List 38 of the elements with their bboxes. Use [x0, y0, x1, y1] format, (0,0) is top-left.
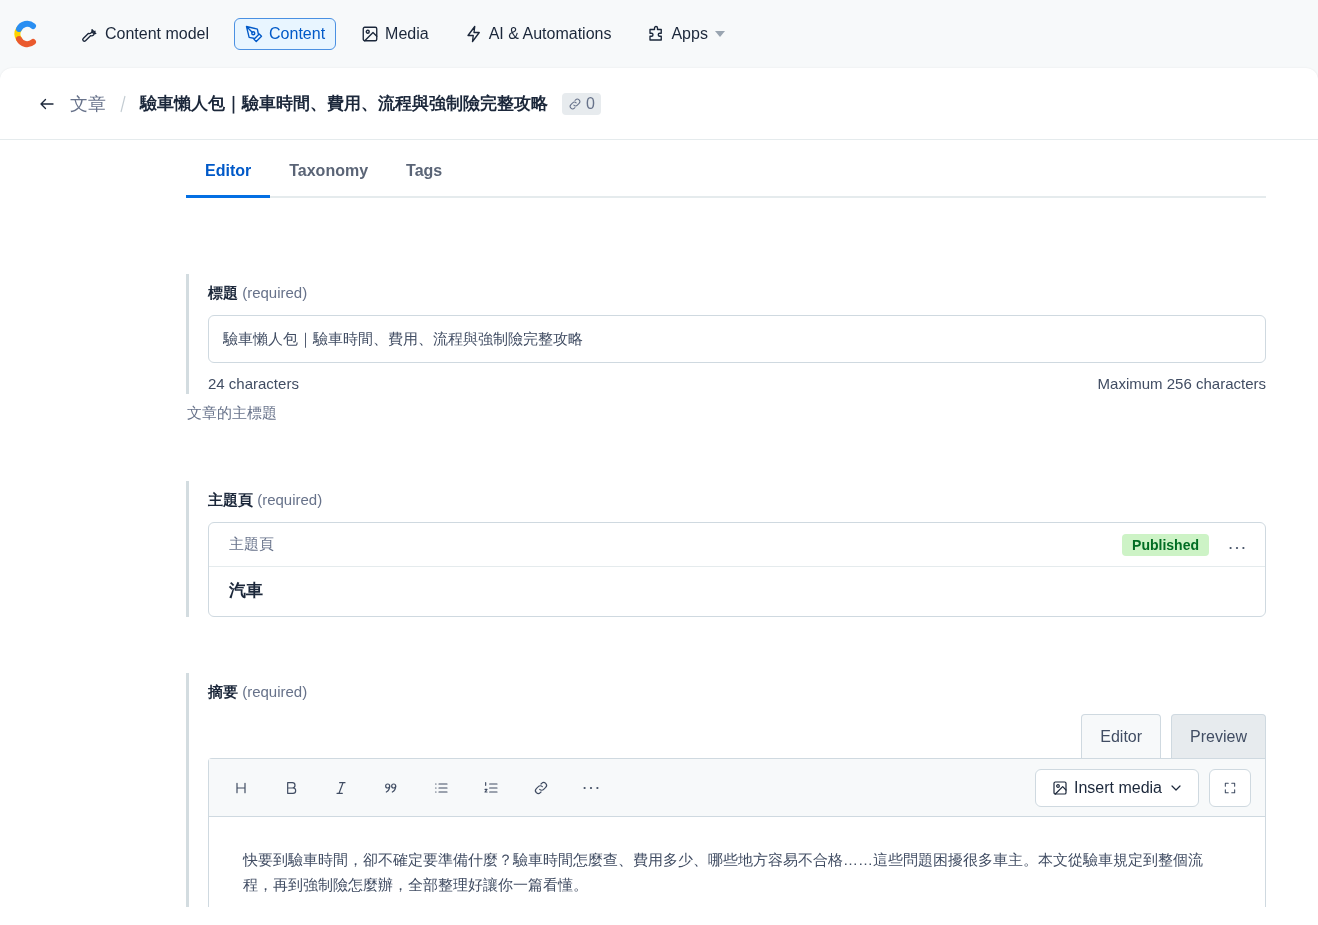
more-icon[interactable]: [583, 785, 599, 790]
bolt-icon: [464, 25, 483, 43]
mode-tab[interactable]: Preview: [1171, 714, 1266, 758]
nav-tab[interactable]: Content: [234, 18, 337, 50]
breadcrumb-separator: [120, 94, 126, 113]
link-icon: [533, 779, 549, 796]
expand-icon: [1223, 780, 1237, 795]
tab[interactable]: Taxonomy: [270, 140, 388, 198]
pen-icon: [245, 25, 264, 43]
nav-tab[interactable]: Media: [350, 18, 440, 50]
title-input-field[interactable]: 驗車懶人包｜驗車時間、費用、流程與強制險完整攻略: [208, 315, 1266, 363]
image-icon: [361, 25, 380, 43]
link-icon: [568, 96, 582, 111]
character-limit: Maximum 256 characters: [1097, 375, 1266, 392]
tab[interactable]: Editor: [186, 140, 271, 198]
nav-tab[interactable]: Apps: [636, 18, 737, 50]
insert-media-button[interactable]: Insert media: [1034, 768, 1199, 807]
nav-tab[interactable]: AI & Automations: [453, 18, 623, 50]
entry-type: 主題頁: [229, 535, 275, 554]
tab[interactable]: Tags: [387, 140, 462, 198]
character-count: 24 characters: [208, 375, 299, 392]
entry-title: 驗車懶人包｜驗車時間、費用、流程與強制險完整攻略: [140, 93, 548, 115]
mode-tab[interactable]: Editor: [1081, 714, 1162, 758]
links-badge[interactable]: 0: [562, 92, 601, 115]
field-label: 標題 (required): [208, 284, 308, 301]
field-label: 主題頁 (required): [208, 491, 323, 508]
entry-title: 汽車: [229, 581, 263, 600]
more-icon[interactable]: [1229, 545, 1245, 550]
help-text: 文章的主標題: [187, 404, 277, 421]
numbered-list-icon: [483, 779, 499, 796]
field-label: 摘要 (required): [208, 683, 308, 700]
italic-icon: [333, 779, 349, 796]
image-icon: [1051, 779, 1068, 796]
entry-card[interactable]: 主題頁 Published 汽車: [208, 522, 1266, 617]
breadcrumb-link[interactable]: 文章: [70, 91, 106, 116]
nav-tab[interactable]: Content model: [70, 18, 221, 50]
summary-text: 快要到驗車時間，卻不確定要準備什麼？驗車時間怎麼查、費用多少、哪些地方容易不合格……這些問題困擾很多車主。本文從驗車規定到整個流程，再到強制險怎麼辦，全部整理好讓你一篇看懂。: [243, 851, 1203, 893]
status-badge: Published: [1122, 533, 1209, 556]
